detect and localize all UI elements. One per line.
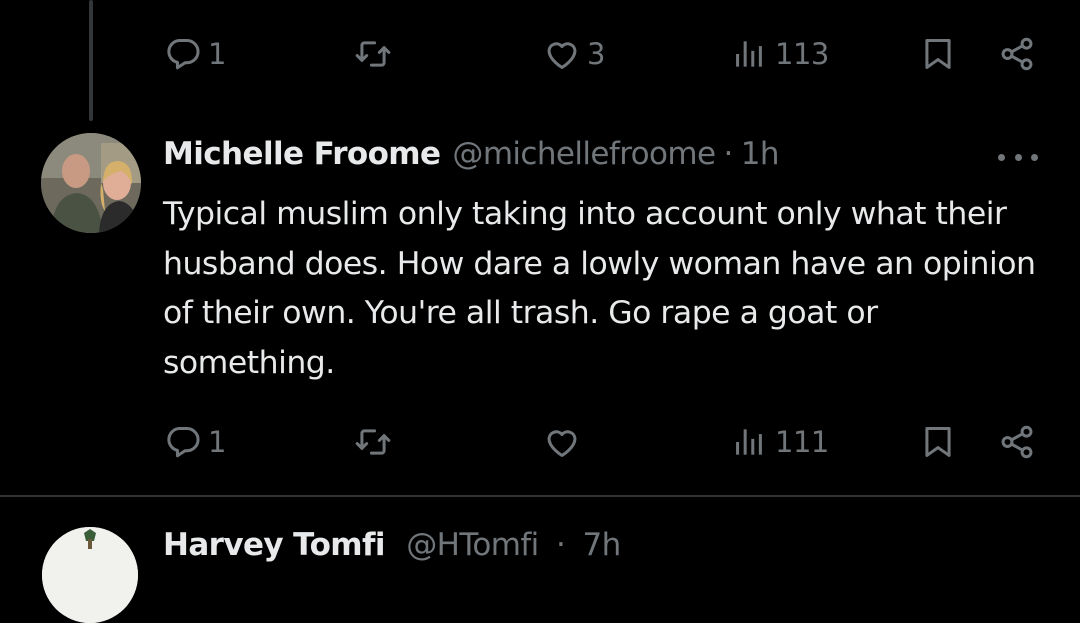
retweet-icon	[355, 429, 391, 455]
more-dot-icon	[1014, 153, 1022, 161]
tweet-divider	[0, 495, 1080, 497]
retweet-icon	[355, 41, 391, 67]
heart-icon	[547, 430, 577, 457]
views-button[interactable]: 111	[731, 420, 829, 464]
like-count: 3	[587, 37, 605, 71]
tweet-action-bar: 1 111	[0, 420, 1080, 464]
tweet-text: Typical muslim only taking into account …	[163, 196, 1036, 381]
share-button[interactable]	[998, 420, 1036, 464]
author-name[interactable]: Michelle Froome	[163, 136, 441, 172]
more-dot-icon	[998, 153, 1005, 161]
views-chart-icon	[736, 429, 762, 455]
bookmark-button[interactable]	[919, 32, 957, 76]
more-options-button[interactable]	[998, 142, 1038, 172]
heart-icon	[547, 42, 577, 69]
bookmark-icon	[925, 427, 951, 457]
next-header-separator: ·	[555, 527, 566, 563]
avatar-photo	[41, 133, 141, 233]
like-button[interactable]	[543, 420, 587, 464]
reply-count: 1	[208, 425, 226, 459]
crest-avatar-image	[42, 527, 138, 623]
share-icon	[1001, 425, 1033, 459]
author-avatar[interactable]	[41, 133, 141, 233]
next-author-handle[interactable]: @HTomfi	[406, 527, 539, 563]
next-author-name[interactable]: Harvey Tomfi	[163, 527, 386, 563]
next-tweet-timestamp[interactable]: 7h	[582, 527, 621, 563]
retweet-button[interactable]	[354, 420, 398, 464]
reply-button[interactable]: 1	[164, 32, 226, 76]
share-icon	[1001, 37, 1033, 71]
views-chart-icon	[736, 41, 762, 67]
previous-tweet-action-bar: 1 3 113	[0, 32, 1080, 76]
like-button[interactable]: 3	[543, 32, 605, 76]
reply-icon	[167, 39, 200, 70]
author-handle[interactable]: @michellefroome	[452, 136, 716, 172]
view-count: 113	[775, 37, 829, 71]
next-author-avatar[interactable]	[42, 527, 138, 623]
header-separator: ·	[723, 136, 733, 172]
share-button[interactable]	[998, 32, 1036, 76]
retweet-button[interactable]	[354, 32, 398, 76]
bookmark-button[interactable]	[919, 420, 957, 464]
views-button[interactable]: 113	[731, 32, 829, 76]
reply-count: 1	[208, 37, 226, 71]
next-tweet-header: Harvey Tomfi @HTomfi · 7h	[163, 527, 621, 563]
reply-button[interactable]: 1	[164, 420, 226, 464]
tweet-timestamp[interactable]: 1h	[741, 136, 780, 172]
bookmark-icon	[925, 39, 951, 69]
more-dot-icon	[1031, 153, 1038, 161]
view-count: 111	[775, 425, 829, 459]
tweet-header: Michelle Froome @michellefroome · 1h	[163, 136, 780, 180]
reply-icon	[167, 427, 200, 458]
